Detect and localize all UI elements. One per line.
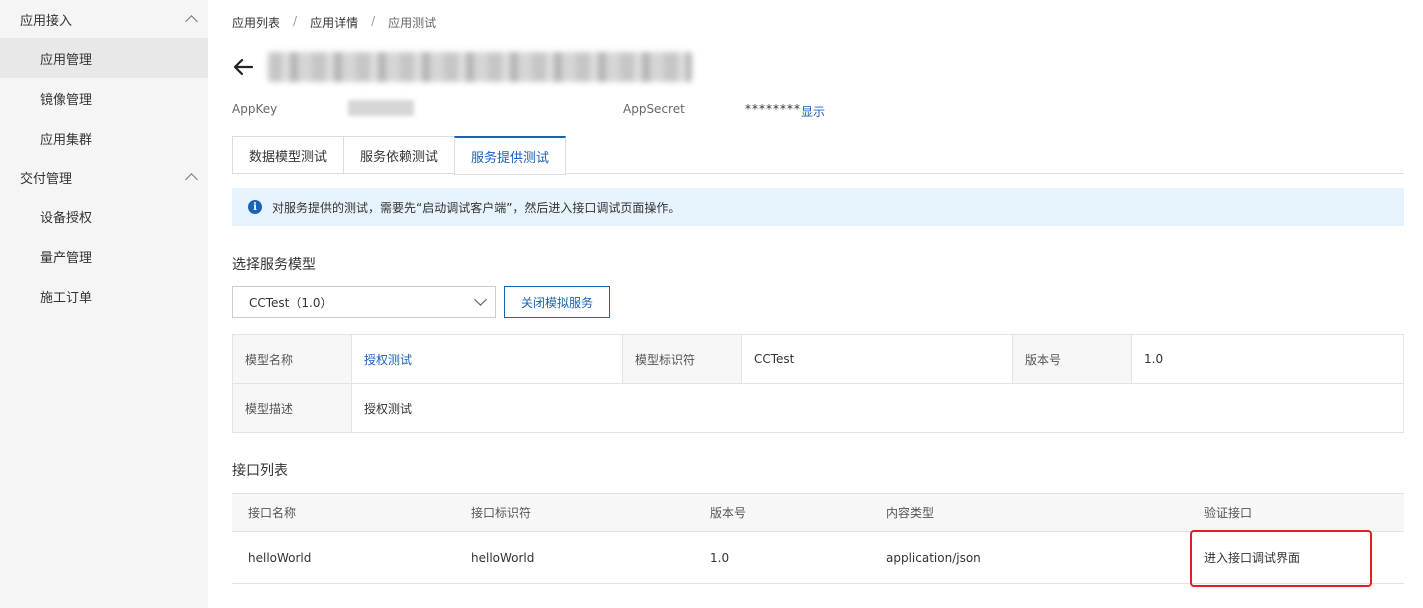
sidebar-item-work-orders[interactable]: 施工订单 <box>0 276 208 316</box>
breadcrumb-app-test: 应用测试 <box>388 16 437 30</box>
close-mock-service-button[interactable]: 关闭模拟服务 <box>504 286 611 318</box>
sidebar-item-label: 应用集群 <box>40 132 93 148</box>
model-version-value: 1.0 <box>1131 334 1404 384</box>
highlight-annotation <box>1190 530 1372 587</box>
sidebar-group-app-access[interactable]: 应用接入 <box>0 0 208 38</box>
model-version-label: 版本号 <box>1012 334 1132 384</box>
tab-service-provide-test[interactable]: 服务提供测试 <box>454 136 567 175</box>
model-id-label: 模型标识符 <box>622 334 742 384</box>
breadcrumb-separator: / <box>371 14 376 28</box>
sidebar-group-delivery[interactable]: 交付管理 <box>0 158 208 196</box>
sidebar-item-label: 设备授权 <box>40 210 93 226</box>
sidebar-item-image-management[interactable]: 镜像管理 <box>0 78 208 118</box>
column-header-api-name: 接口名称 <box>232 493 471 532</box>
sidebar-item-label: 应用管理 <box>40 52 93 68</box>
api-list-title: 接口列表 <box>232 463 288 479</box>
model-desc-value: 授权测试 <box>351 383 1404 433</box>
model-info-table: 模型名称 授权测试 模型标识符 CCTest 版本号 1.0 模型描述 授权测试 <box>232 334 1404 433</box>
model-id-value: CCTest <box>741 334 1013 384</box>
sidebar-item-label: 镜像管理 <box>40 92 93 108</box>
api-content-type: application/json <box>886 531 1204 584</box>
sidebar-group-label: 交付管理 <box>20 171 73 187</box>
sidebar-item-app-cluster[interactable]: 应用集群 <box>0 118 208 158</box>
notice-text: 对服务提供的测试，需要先“启动调试客户端”，然后进入接口调试页面操作。 <box>272 200 681 215</box>
page-title-redacted <box>268 52 692 82</box>
table-header-row: 接口名称 接口标识符 版本号 内容类型 验证接口 <box>232 493 1404 532</box>
show-secret-link[interactable]: 显示 <box>801 103 825 120</box>
column-header-content-type: 内容类型 <box>886 493 1204 532</box>
sidebar-item-device-auth[interactable]: 设备授权 <box>0 196 208 236</box>
tab-data-model-test[interactable]: 数据模型测试 <box>232 136 344 174</box>
api-identifier: helloWorld <box>471 531 710 584</box>
service-model-select[interactable]: CCTest（1.0） <box>232 286 496 318</box>
chevron-up-icon[interactable] <box>185 15 198 28</box>
info-notice: i 对服务提供的测试，需要先“启动调试客户端”，然后进入接口调试页面操作。 <box>232 188 1404 226</box>
sidebar-item-app-management[interactable]: 应用管理 <box>0 38 208 78</box>
table-row: 模型描述 授权测试 <box>232 383 1404 433</box>
sidebar-group-label: 应用接入 <box>20 13 73 29</box>
column-header-version: 版本号 <box>710 493 886 532</box>
breadcrumb-app-list[interactable]: 应用列表 <box>232 14 280 31</box>
breadcrumb: 应用列表 / 应用详情 / 应用测试 <box>232 14 436 31</box>
api-version: 1.0 <box>710 531 886 584</box>
test-tabs: 数据模型测试 服务依赖测试 服务提供测试 <box>232 136 1404 175</box>
model-desc-label: 模型描述 <box>232 383 352 433</box>
app-credentials: AppKey AppSecret ******** 显示 <box>232 100 1404 120</box>
appsecret-value: ******** <box>745 102 801 116</box>
service-model-selected: CCTest（1.0） <box>249 295 333 310</box>
sidebar-item-label: 量产管理 <box>40 250 93 266</box>
page-title-row <box>232 48 692 86</box>
table-row: 模型名称 授权测试 模型标识符 CCTest 版本号 1.0 <box>232 334 1404 384</box>
sidebar-item-label: 施工订单 <box>40 290 93 306</box>
breadcrumb-app-detail[interactable]: 应用详情 <box>310 14 358 31</box>
select-service-model-title: 选择服务模型 <box>232 257 316 273</box>
appsecret-label: AppSecret <box>623 102 685 116</box>
column-header-api-identifier: 接口标识符 <box>471 493 710 532</box>
model-name-label: 模型名称 <box>232 334 352 384</box>
column-header-verify-api: 验证接口 <box>1204 493 1404 532</box>
breadcrumb-separator: / <box>293 14 298 28</box>
appkey-value-redacted <box>348 100 414 116</box>
sidebar: 应用接入 应用管理 镜像管理 应用集群 交付管理 设备授权 量产管理 施工订单 <box>0 0 208 608</box>
sidebar-item-mass-production[interactable]: 量产管理 <box>0 236 208 276</box>
chevron-down-icon <box>474 293 487 306</box>
tab-service-dependency-test[interactable]: 服务依赖测试 <box>343 136 455 174</box>
appkey-label: AppKey <box>232 102 278 116</box>
chevron-up-icon[interactable] <box>185 173 198 186</box>
info-icon: i <box>248 200 262 214</box>
model-name-link[interactable]: 授权测试 <box>351 334 623 384</box>
service-model-controls: CCTest（1.0） 关闭模拟服务 <box>232 286 611 318</box>
api-name-link[interactable]: helloWorld <box>232 531 471 584</box>
arrow-left-icon[interactable] <box>232 56 254 78</box>
